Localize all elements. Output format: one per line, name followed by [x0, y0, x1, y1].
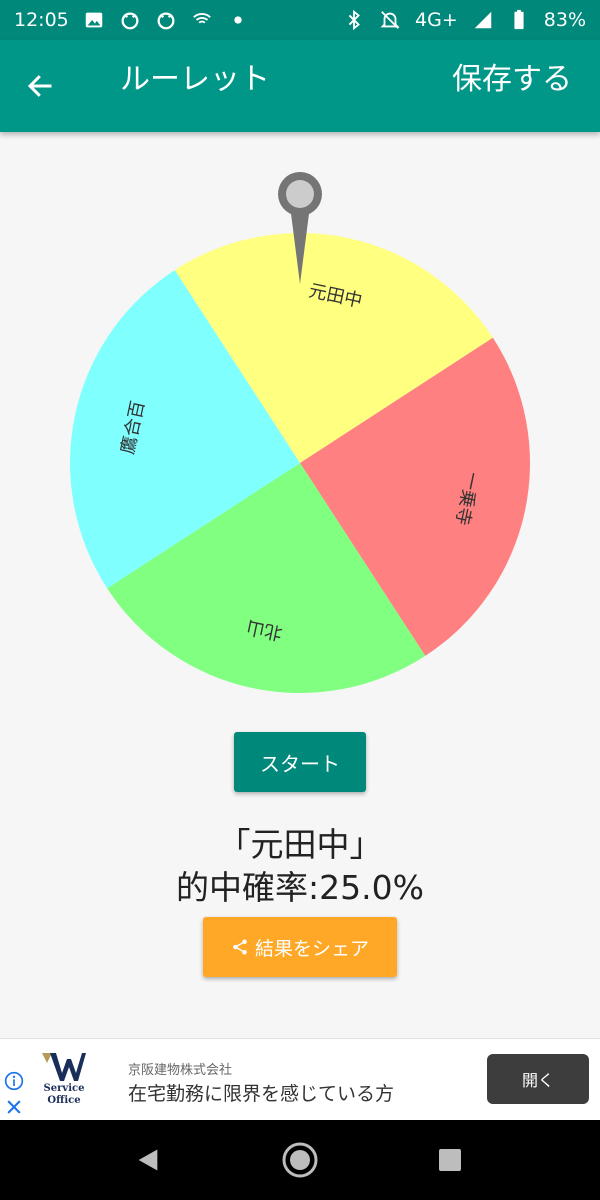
ad-logo-text: Service Office: [36, 1083, 92, 1107]
bluetooth-icon: [343, 9, 365, 31]
status-time: 12:05: [14, 9, 69, 31]
image-icon: [83, 9, 105, 31]
battery-percent: 83%: [543, 9, 586, 31]
close-icon[interactable]: [4, 1097, 24, 1117]
share-icon: [231, 938, 249, 956]
roulette-area: 元田中 一乗寺 北山 鷹合百: [0, 132, 600, 722]
signal-icon: [472, 9, 494, 31]
app-bar: ルーレット 保存する: [0, 40, 600, 132]
page-title: ルーレット: [120, 62, 270, 97]
ad-headline[interactable]: 在宅勤務に限界を感じている方: [128, 1079, 394, 1106]
status-bar: 12:05 4G+ 83%: [0, 0, 600, 40]
nav-recents-icon[interactable]: [438, 1148, 462, 1172]
roulette-wheel[interactable]: 元田中一乗寺北山鷹合百: [0, 132, 600, 722]
back-button[interactable]: [20, 64, 60, 108]
nav-back-icon[interactable]: [134, 1146, 162, 1174]
ad-logo-line2: Office: [47, 1095, 81, 1106]
ad-banner[interactable]: Service Office 京阪建物株式会社 在宅勤務に限界を感じている方 開…: [0, 1038, 600, 1120]
result-rate: 的中確率:25.0%: [176, 868, 424, 907]
nav-home-icon[interactable]: [282, 1142, 318, 1178]
save-button[interactable]: 保存する: [452, 60, 572, 100]
result-name: 「元田中」: [217, 825, 383, 864]
navigation-bar: [0, 1120, 600, 1200]
ad-company: 京阪建物株式会社: [128, 1063, 233, 1078]
start-button[interactable]: スタート: [234, 732, 366, 792]
info-icon[interactable]: [4, 1071, 24, 1091]
wifi-calling-icon: [191, 9, 213, 31]
notification-icon: [119, 9, 141, 31]
ad-open-button[interactable]: 開く: [487, 1054, 589, 1104]
dot-icon: [227, 9, 249, 31]
battery-icon: [508, 9, 530, 31]
arrow-back-icon: [27, 75, 52, 97]
mute-icon: [379, 9, 401, 31]
notification-icon: [155, 9, 177, 31]
share-label: 結果をシェア: [254, 937, 369, 960]
network-type: 4G+: [415, 9, 458, 31]
share-button[interactable]: 結果をシェア: [203, 917, 397, 977]
ad-logo-line1: Service: [43, 1083, 85, 1094]
